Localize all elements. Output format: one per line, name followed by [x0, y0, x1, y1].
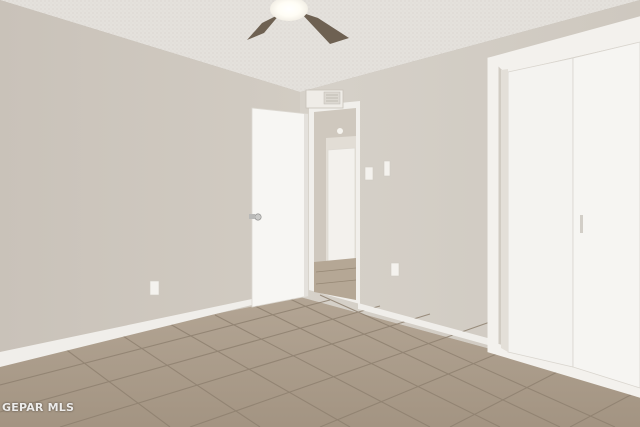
closet-door-right [572, 41, 640, 389]
closet [487, 16, 640, 398]
door-knob [254, 213, 262, 221]
hallway-door [327, 147, 356, 265]
air-vent [305, 89, 344, 109]
closet-door-left [507, 57, 574, 368]
room-photo: GEPAR MLS [0, 0, 640, 427]
hallway-doorway [309, 101, 360, 304]
mls-watermark: GEPAR MLS [2, 401, 75, 414]
room-illustration [0, 0, 640, 427]
thermostat [383, 160, 391, 177]
closet-pull [580, 215, 583, 233]
wall-outlet-right [390, 262, 400, 277]
light-switch [364, 166, 374, 181]
bedroom-door [249, 107, 309, 308]
wall-outlet-left [149, 280, 160, 296]
